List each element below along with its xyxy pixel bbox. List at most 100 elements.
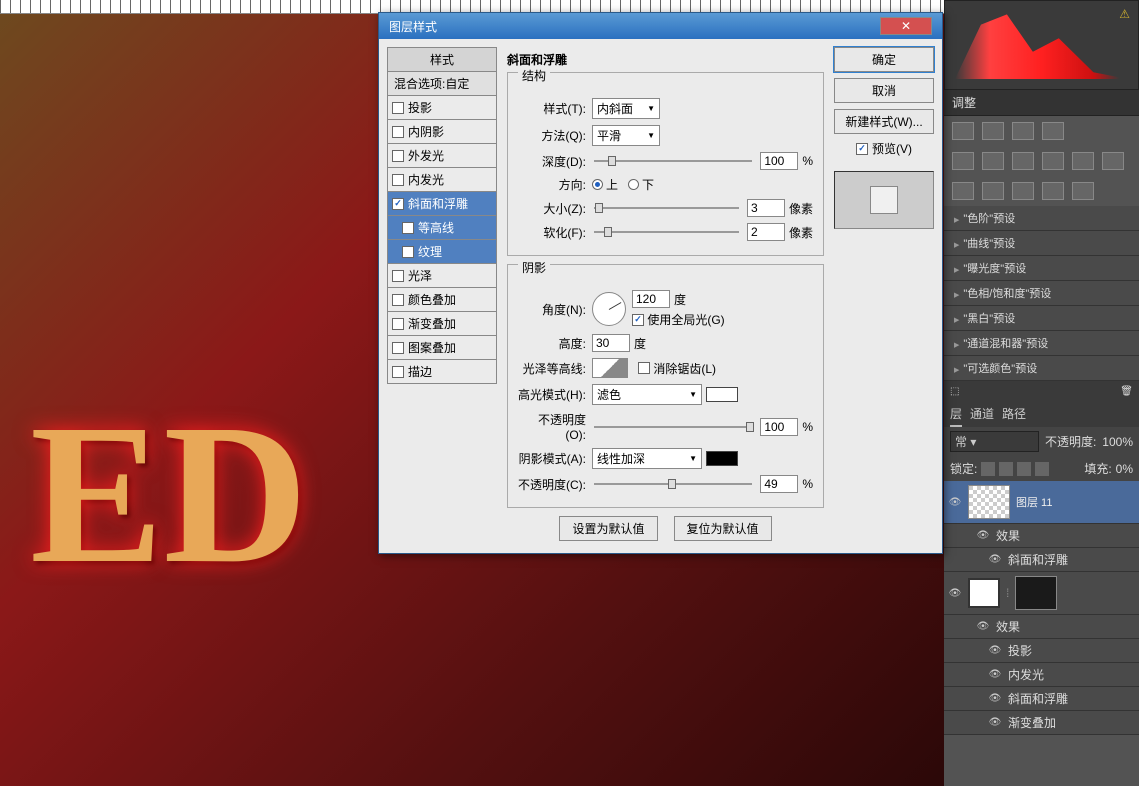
- lock-pixels-icon[interactable]: [999, 462, 1013, 476]
- fx-inner-glow[interactable]: 内发光: [944, 663, 1139, 687]
- invert-icon[interactable]: [952, 182, 974, 200]
- checkbox[interactable]: [392, 342, 404, 354]
- direction-up-radio[interactable]: [592, 179, 603, 190]
- angle-dial[interactable]: [592, 292, 626, 326]
- style-color-overlay[interactable]: 颜色叠加: [387, 288, 497, 312]
- channel-mixer-icon[interactable]: [1102, 152, 1124, 170]
- size-input[interactable]: 3: [747, 199, 785, 217]
- tab-layers[interactable]: 层: [950, 405, 962, 427]
- gradient-map-icon[interactable]: [1042, 182, 1064, 200]
- fx-header-2[interactable]: 效果: [944, 615, 1139, 639]
- shadow-mode-select[interactable]: 线性加深▼: [592, 448, 702, 469]
- checkbox[interactable]: [402, 222, 414, 234]
- levels-icon[interactable]: [982, 122, 1004, 140]
- lock-transparency-icon[interactable]: [981, 462, 995, 476]
- blend-options-header[interactable]: 混合选项:自定: [387, 72, 497, 96]
- checkbox[interactable]: [392, 318, 404, 330]
- visibility-icon[interactable]: [988, 644, 1002, 658]
- visibility-icon[interactable]: [976, 620, 990, 634]
- adjust-panel-header[interactable]: 调整: [944, 90, 1139, 116]
- shadow-opacity-input[interactable]: 49: [760, 475, 798, 493]
- photo-filter-icon[interactable]: [1072, 152, 1094, 170]
- style-stroke[interactable]: 描边: [387, 360, 497, 384]
- visibility-icon[interactable]: [988, 716, 1002, 730]
- preset-channel-mixer[interactable]: "通道混和器"预设: [944, 331, 1139, 356]
- style-select[interactable]: 内斜面▼: [592, 98, 660, 119]
- reset-default-button[interactable]: 复位为默认值: [674, 516, 772, 541]
- checkbox[interactable]: [392, 174, 404, 186]
- brightness-icon[interactable]: [952, 122, 974, 140]
- ok-button[interactable]: 确定: [834, 47, 934, 72]
- preset-bw[interactable]: "黑白"预设: [944, 306, 1139, 331]
- altitude-input[interactable]: 30: [592, 334, 630, 352]
- curves-icon[interactable]: [1012, 122, 1034, 140]
- preview-checkbox[interactable]: [856, 143, 868, 155]
- gloss-contour[interactable]: [592, 358, 628, 378]
- fill-value[interactable]: 0%: [1116, 462, 1133, 476]
- global-light-checkbox[interactable]: [632, 314, 644, 326]
- new-style-button[interactable]: 新建样式(W)...: [834, 109, 934, 134]
- soften-input[interactable]: 2: [747, 223, 785, 241]
- styles-header[interactable]: 样式: [387, 47, 497, 72]
- link-icon[interactable]: ⁞: [1006, 586, 1009, 600]
- preset-curves[interactable]: "曲线"预设: [944, 231, 1139, 256]
- selective-color-icon[interactable]: [1072, 182, 1094, 200]
- style-texture[interactable]: 纹理: [387, 240, 497, 264]
- checkbox[interactable]: [392, 366, 404, 378]
- style-satin[interactable]: 光泽: [387, 264, 497, 288]
- hue-icon[interactable]: [982, 152, 1004, 170]
- checkbox[interactable]: [392, 102, 404, 114]
- layer-smart[interactable]: ⁞: [944, 572, 1139, 615]
- adjust-trash-icon[interactable]: 🗑: [1120, 386, 1133, 397]
- shadow-opacity-slider[interactable]: [592, 477, 754, 491]
- visibility-icon[interactable]: [988, 553, 1002, 567]
- checkbox[interactable]: [392, 198, 404, 210]
- checkbox[interactable]: [392, 270, 404, 282]
- exposure-icon[interactable]: [1042, 122, 1064, 140]
- fx-bevel[interactable]: 斜面和浮雕: [944, 548, 1139, 572]
- checkbox[interactable]: [392, 150, 404, 162]
- preset-levels[interactable]: "色阶"预设: [944, 206, 1139, 231]
- style-inner-shadow[interactable]: 内阴影: [387, 120, 497, 144]
- depth-slider[interactable]: [592, 154, 754, 168]
- warning-icon[interactable]: ⚠: [1119, 7, 1130, 21]
- preset-exposure[interactable]: "曝光度"预设: [944, 256, 1139, 281]
- size-slider[interactable]: [592, 201, 741, 215]
- preset-selective[interactable]: "可选颜色"预设: [944, 356, 1139, 381]
- fx-bevel-2[interactable]: 斜面和浮雕: [944, 687, 1139, 711]
- style-contour[interactable]: 等高线: [387, 216, 497, 240]
- style-gradient-overlay[interactable]: 渐变叠加: [387, 312, 497, 336]
- highlight-color-swatch[interactable]: [706, 387, 738, 402]
- soften-slider[interactable]: [592, 225, 741, 239]
- tab-channels[interactable]: 通道: [970, 405, 994, 427]
- style-inner-glow[interactable]: 内发光: [387, 168, 497, 192]
- visibility-icon[interactable]: [988, 692, 1002, 706]
- posterize-icon[interactable]: [982, 182, 1004, 200]
- layer-11[interactable]: 图层 11: [944, 481, 1139, 524]
- adjust-footer-icon[interactable]: ⬚: [950, 386, 959, 397]
- fx-gradient-overlay[interactable]: 渐变叠加: [944, 711, 1139, 735]
- set-default-button[interactable]: 设置为默认值: [559, 516, 657, 541]
- checkbox[interactable]: [402, 246, 414, 258]
- style-pattern-overlay[interactable]: 图案叠加: [387, 336, 497, 360]
- checkbox[interactable]: [392, 126, 404, 138]
- layer-thumbnail[interactable]: [968, 485, 1010, 519]
- fx-header[interactable]: 效果: [944, 524, 1139, 548]
- style-drop-shadow[interactable]: 投影: [387, 96, 497, 120]
- angle-input[interactable]: 120: [632, 290, 670, 308]
- highlight-mode-select[interactable]: 滤色▼: [592, 384, 702, 405]
- close-button[interactable]: ✕: [880, 17, 932, 35]
- threshold-icon[interactable]: [1012, 182, 1034, 200]
- lock-all-icon[interactable]: [1035, 462, 1049, 476]
- opacity-value[interactable]: 100%: [1102, 435, 1133, 449]
- fx-drop-shadow[interactable]: 投影: [944, 639, 1139, 663]
- layer-thumbnail[interactable]: [1015, 576, 1057, 610]
- visibility-icon[interactable]: [976, 529, 990, 543]
- visibility-icon[interactable]: [948, 495, 962, 509]
- lock-position-icon[interactable]: [1017, 462, 1031, 476]
- vibrance-icon[interactable]: [952, 152, 974, 170]
- method-select[interactable]: 平滑▼: [592, 125, 660, 146]
- cancel-button[interactable]: 取消: [834, 78, 934, 103]
- highlight-opacity-slider[interactable]: [592, 420, 754, 434]
- layer-name[interactable]: 图层 11: [1016, 494, 1052, 510]
